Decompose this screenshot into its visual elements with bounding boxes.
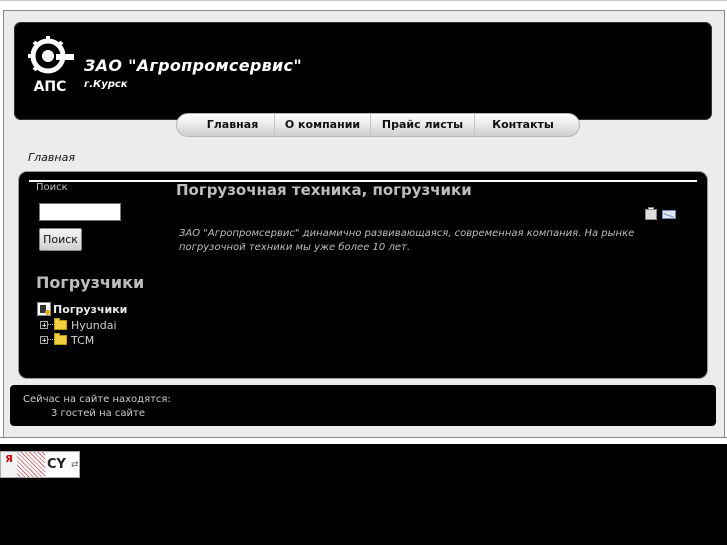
catalog-root-icon xyxy=(37,302,51,316)
logo-text: АПС xyxy=(34,79,67,94)
online-count: 3 гостей на сайте xyxy=(51,408,146,419)
print-icon[interactable] xyxy=(645,207,657,220)
tree-node-label: Hyundai xyxy=(71,318,117,332)
bottom-divider xyxy=(691,437,727,438)
tree-node-label: TCM xyxy=(71,333,95,347)
nav-item-contacts[interactable]: Контакты xyxy=(475,114,571,136)
article-text: ЗАО "Агропромсервис" динамично развивающ… xyxy=(179,228,635,253)
expand-icon[interactable] xyxy=(40,336,48,344)
loaders-module-title: Погрузчики xyxy=(36,273,145,292)
folder-icon xyxy=(54,318,67,330)
category-tree: Погрузчики Hyundai TCM xyxy=(37,301,127,347)
tree-root[interactable]: Погрузчики xyxy=(37,301,127,317)
tree-connector xyxy=(48,339,53,341)
main-content-area: Поиск Поиск Погрузчики Погрузчики Hyunda… xyxy=(19,172,707,378)
folder-icon xyxy=(54,333,67,345)
bottom-divider xyxy=(0,437,36,438)
nav-item-home[interactable]: Главная xyxy=(191,114,275,136)
yandex-logo: Я xyxy=(1,452,17,477)
tree-node-hyundai[interactable]: Hyundai xyxy=(40,318,127,332)
expand-icon[interactable] xyxy=(40,321,48,329)
company-name: ЗАО "Агропромсервис" xyxy=(84,56,302,75)
breadcrumb[interactable]: Главная xyxy=(28,151,75,164)
refresh-icon: ⇄ xyxy=(70,459,79,470)
cy-label: CY xyxy=(47,457,66,472)
tree-connector xyxy=(48,324,53,326)
footer: Сейчас на сайте находятся: 3 гостей на с… xyxy=(10,385,716,426)
search-input[interactable] xyxy=(39,203,121,221)
top-divider xyxy=(0,0,727,1)
main-navigation: Главная О компании Прайс листы Контакты xyxy=(176,113,580,137)
online-title: Сейчас на сайте находятся: xyxy=(23,394,171,405)
search-button[interactable]: Поиск xyxy=(39,228,82,251)
company-city: г.Курск xyxy=(84,79,128,90)
article-title: Погрузочная техника, погрузчики xyxy=(176,181,472,199)
search-label: Поиск xyxy=(36,182,68,193)
yandex-cy-counter[interactable]: Я CY ⇄ xyxy=(0,451,80,478)
tree-root-label: Погрузчики xyxy=(53,302,128,316)
company-logo: АПС xyxy=(28,36,74,94)
tree-node-tcm[interactable]: TCM xyxy=(40,333,127,347)
nav-item-about[interactable]: О компании xyxy=(275,114,371,136)
counter-pattern xyxy=(17,452,45,477)
site-page: АПС ЗАО "Агропромсервис" г.Курск Главная… xyxy=(0,0,727,444)
site-header: АПС ЗАО "Агропромсервис" г.Курск xyxy=(14,22,712,120)
email-icon[interactable] xyxy=(662,210,676,219)
nav-item-price-lists[interactable]: Прайс листы xyxy=(371,114,475,136)
